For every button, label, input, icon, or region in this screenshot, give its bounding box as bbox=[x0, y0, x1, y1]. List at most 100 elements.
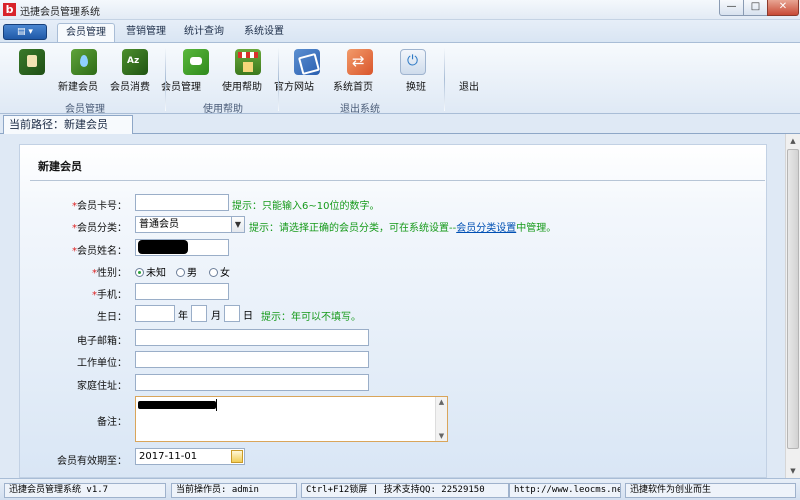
expiry-date-value: 2017-11-01 bbox=[139, 451, 198, 462]
member-consume-button[interactable]: 会员消费 bbox=[60, 49, 150, 93]
remark-textarea[interactable]: ▲ ▼ bbox=[135, 396, 448, 442]
category-label-text: 会员分类： bbox=[77, 223, 127, 234]
status-bar: 迅捷会员管理系统 v1.7 当前操作员: admin Ctrl+F12锁屏 | … bbox=[0, 478, 800, 500]
work-label: 工作单位： bbox=[77, 358, 127, 369]
tab-member-management[interactable]: 会员管理 bbox=[57, 23, 115, 42]
status-operator: 当前操作员: admin bbox=[171, 483, 297, 498]
minimize-button[interactable]: — bbox=[719, 0, 744, 16]
work-input[interactable] bbox=[135, 351, 369, 368]
shop-icon bbox=[235, 49, 261, 75]
scroll-thumb[interactable] bbox=[787, 149, 799, 449]
status-app-version: 迅捷会员管理系统 v1.7 bbox=[4, 483, 166, 498]
gender-option-label: 男 bbox=[187, 268, 197, 279]
group-label-member: 会员管理 bbox=[65, 104, 105, 115]
group-label-exit: 退出系统 bbox=[340, 104, 380, 115]
scroll-down-icon[interactable]: ▼ bbox=[436, 432, 447, 440]
birthday-year-input[interactable] bbox=[135, 305, 175, 322]
member-book-icon bbox=[19, 49, 45, 75]
exit-label: 退出 bbox=[459, 82, 479, 93]
gender-option-male[interactable]: 男 bbox=[176, 264, 197, 279]
radio-icon bbox=[209, 268, 218, 277]
textarea-scrollbar[interactable]: ▲ ▼ bbox=[435, 397, 447, 441]
gender-option-label: 女 bbox=[220, 268, 230, 279]
breadcrumb-bar: 当前路径：新建会员 bbox=[0, 114, 800, 134]
category-hint: 提示：请选择正确的会员分类，可在系统设置--会员分类设置中管理。 bbox=[249, 219, 556, 234]
phone-label-text: 手机： bbox=[97, 290, 127, 301]
gender-option-female[interactable]: 女 bbox=[209, 264, 230, 279]
email-label: 电子邮箱： bbox=[77, 336, 127, 347]
new-member-button[interactable]: 新建会员 bbox=[8, 49, 98, 93]
card-no-label-text: 会员卡号： bbox=[77, 201, 127, 212]
remark-label: 备注： bbox=[97, 417, 127, 428]
system-home-button[interactable]: 系统首页 bbox=[283, 49, 373, 93]
maximize-button[interactable]: □ bbox=[743, 0, 768, 16]
home-icon bbox=[294, 49, 320, 75]
scroll-up-icon[interactable]: ▲ bbox=[786, 134, 800, 148]
card-no-input[interactable] bbox=[135, 194, 229, 211]
category-label: *会员分类： bbox=[37, 219, 127, 234]
tab-statistics[interactable]: 统计查询 bbox=[176, 23, 232, 42]
new-member-form: 新建会员 *会员卡号： 提示：只能输入6~10位的数字。 *会员分类： 普通会员… bbox=[19, 144, 767, 489]
expiry-label: 会员有效期至： bbox=[57, 456, 127, 467]
address-label: 家庭住址： bbox=[77, 381, 127, 392]
title-bar: b 迅捷会员管理系统 — □ ✕ bbox=[0, 0, 800, 20]
chat-bubble-icon bbox=[183, 49, 209, 75]
group-label-help: 使用帮助 bbox=[203, 104, 243, 115]
app-menu-button[interactable]: ▤ ▾ bbox=[3, 24, 47, 40]
status-slogan: 迅捷软件为创业而生 bbox=[625, 483, 796, 498]
scroll-down-icon[interactable]: ▼ bbox=[786, 464, 800, 478]
category-select[interactable]: 普通会员 ▼ bbox=[135, 216, 245, 233]
tab-marketing[interactable]: 营销管理 bbox=[118, 23, 174, 42]
category-hint-prefix: 提示：请选择正确的会员分类，可在系统设置-- bbox=[249, 223, 457, 234]
phone-input[interactable] bbox=[135, 283, 229, 300]
drop-icon bbox=[71, 49, 97, 75]
window-title: 迅捷会员管理系统 bbox=[20, 7, 100, 18]
scroll-up-icon[interactable]: ▲ bbox=[436, 398, 447, 406]
birthday-month-input[interactable] bbox=[191, 305, 207, 322]
name-label-text: 会员姓名： bbox=[77, 246, 127, 257]
name-label: *会员姓名： bbox=[37, 242, 127, 257]
group-separator bbox=[444, 47, 445, 111]
app-logo-icon: b bbox=[3, 3, 16, 16]
card-no-hint: 提示：只能输入6~10位的数字。 bbox=[232, 201, 380, 212]
redacted-name bbox=[138, 240, 188, 254]
breadcrumb[interactable]: 当前路径：新建会员 bbox=[3, 115, 133, 134]
birthday-hint: 提示：年可以不填写。 bbox=[261, 312, 361, 323]
ribbon-tab-row: ▤ ▾ 会员管理 营销管理 统计查询 系统设置 bbox=[0, 20, 800, 42]
az-book-icon bbox=[122, 49, 148, 75]
official-site-button[interactable]: 官方网站 bbox=[224, 49, 314, 93]
calendar-icon[interactable] bbox=[231, 450, 243, 463]
main-scrollbar[interactable]: ▲ ▼ bbox=[785, 134, 800, 478]
swap-icon bbox=[347, 49, 373, 75]
category-selected-value: 普通会员 bbox=[139, 219, 179, 230]
birthday-day-input[interactable] bbox=[224, 305, 240, 322]
group-separator bbox=[278, 47, 279, 111]
gender-option-unknown[interactable]: 未知 bbox=[135, 264, 166, 279]
email-input[interactable] bbox=[135, 329, 369, 346]
shift-change-button[interactable]: 换班 bbox=[336, 49, 426, 93]
gender-label: *性别： bbox=[37, 264, 127, 279]
expiry-date-input[interactable]: 2017-11-01 bbox=[135, 448, 245, 465]
close-button[interactable]: ✕ bbox=[767, 0, 799, 16]
ribbon-panel: 新建会员 会员消费 会员管理 会员管理 使用帮助 官方网站 使用帮助 系统首页 … bbox=[0, 42, 800, 115]
birthday-label: 生日： bbox=[97, 312, 127, 323]
help-button[interactable]: 使用帮助 bbox=[172, 49, 262, 93]
status-url[interactable]: http://www.leocms.net bbox=[509, 483, 621, 498]
divider bbox=[30, 180, 765, 181]
text-cursor bbox=[216, 399, 217, 411]
status-support: Ctrl+F12锁屏 | 技术支持QQ: 22529150 bbox=[301, 483, 509, 498]
tab-system-settings[interactable]: 系统设置 bbox=[236, 23, 292, 42]
day-unit: 日 bbox=[243, 311, 253, 322]
category-settings-link[interactable]: 会员分类设置 bbox=[456, 223, 516, 234]
group-separator bbox=[165, 47, 166, 111]
address-input[interactable] bbox=[135, 374, 369, 391]
month-unit: 月 bbox=[211, 311, 221, 322]
year-unit: 年 bbox=[178, 311, 188, 322]
redacted-remark bbox=[138, 401, 216, 409]
power-icon bbox=[400, 49, 426, 75]
member-manage-button[interactable]: 会员管理 bbox=[111, 49, 201, 93]
phone-label: *手机： bbox=[37, 286, 127, 301]
exit-button[interactable]: 退出 bbox=[389, 49, 479, 93]
gender-option-label: 未知 bbox=[146, 268, 166, 279]
radio-icon bbox=[176, 268, 185, 277]
